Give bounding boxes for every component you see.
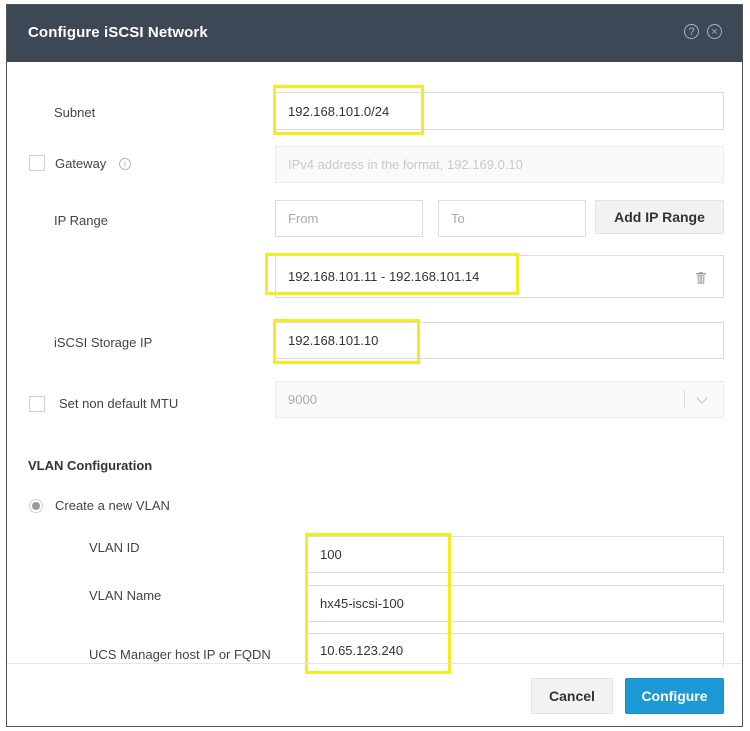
- gateway-placeholder: IPv4 address in the format, 192.169.0.10: [288, 157, 523, 172]
- vlan-id-input[interactable]: 100: [307, 536, 724, 573]
- from-placeholder: From: [288, 211, 319, 226]
- gateway-checkbox[interactable]: [29, 155, 45, 171]
- help-icon[interactable]: ?: [684, 24, 699, 39]
- vlan-name-input[interactable]: hx45-iscsi-100: [307, 585, 724, 622]
- cancel-button[interactable]: Cancel: [531, 678, 613, 714]
- iscsi-storage-ip-label: iSCSI Storage IP: [54, 335, 153, 350]
- vlan-section-title: VLAN Configuration: [28, 458, 153, 473]
- vlan-name-value: hx45-iscsi-100: [320, 596, 404, 611]
- gateway-input[interactable]: IPv4 address in the format, 192.169.0.10: [275, 146, 724, 183]
- create-new-vlan-label: Create a new VLAN: [55, 498, 170, 513]
- info-icon[interactable]: i: [119, 158, 131, 170]
- ip-range-from-input[interactable]: From: [275, 200, 423, 237]
- create-new-vlan-radio[interactable]: [29, 499, 43, 513]
- subnet-input[interactable]: 192.168.101.0/24: [275, 92, 724, 130]
- ucs-manager-label: UCS Manager host IP or FQDN: [89, 647, 271, 662]
- mtu-label: Set non default MTU: [59, 396, 179, 411]
- ip-range-label: IP Range: [54, 213, 108, 228]
- close-icon[interactable]: ×: [707, 24, 722, 39]
- iscsi-storage-ip-input[interactable]: 192.168.101.10: [275, 322, 724, 359]
- mtu-select[interactable]: 9000: [275, 381, 724, 418]
- mtu-value: 9000: [288, 392, 317, 407]
- vlan-id-label: VLAN ID: [89, 540, 140, 555]
- dialog-title: Configure iSCSI Network: [28, 24, 208, 41]
- configure-button[interactable]: Configure: [625, 678, 724, 714]
- vlan-name-label: VLAN Name: [89, 588, 162, 603]
- ip-range-list-item: 192.168.101.11 - 192.168.101.14: [275, 255, 724, 298]
- trash-icon[interactable]: [696, 272, 706, 284]
- subnet-value: 192.168.101.0/24: [288, 103, 390, 119]
- vlan-id-value: 100: [320, 547, 342, 562]
- configure-iscsi-dialog: Configure iSCSI Network ? × Subnet 192.1…: [6, 4, 743, 727]
- ucs-manager-input[interactable]: 10.65.123.240: [307, 633, 724, 667]
- select-separator: [684, 390, 685, 408]
- iscsi-storage-ip-value: 192.168.101.10: [288, 333, 379, 348]
- ip-range-value: 192.168.101.11 - 192.168.101.14: [288, 269, 480, 284]
- mtu-checkbox[interactable]: [29, 396, 45, 412]
- gateway-label: Gateway: [55, 156, 107, 171]
- to-placeholder: To: [451, 211, 465, 226]
- footer-divider: [7, 663, 742, 664]
- add-ip-range-button[interactable]: Add IP Range: [595, 200, 724, 234]
- subnet-label: Subnet: [54, 105, 96, 120]
- dialog-header: Configure iSCSI Network ? ×: [7, 5, 742, 62]
- ucs-manager-value: 10.65.123.240: [320, 643, 404, 658]
- ip-range-to-input[interactable]: To: [438, 200, 586, 237]
